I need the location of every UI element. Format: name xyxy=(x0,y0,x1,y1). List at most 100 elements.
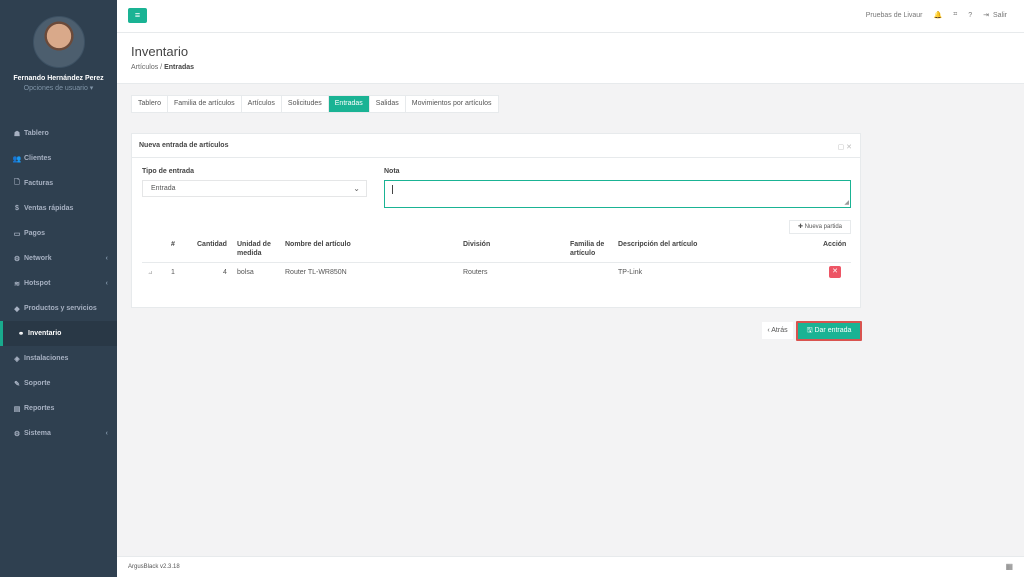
sidebar-item-label: Tablero xyxy=(24,130,49,137)
gears-icon: ⚙ xyxy=(13,430,21,438)
sidebar-item-pagos[interactable]: ▭ Pagos xyxy=(0,221,117,246)
user-name: Fernando Hernández Perez xyxy=(13,75,104,82)
page-title: Inventario xyxy=(131,44,189,59)
col-nombre: Nombre del artículo xyxy=(285,241,351,248)
tools-icon: ◈ xyxy=(14,355,20,363)
sidebar-item-label: Ventas rápidas xyxy=(24,205,74,212)
submit-entry-button[interactable]: 🖫 Dar entrada xyxy=(796,321,862,341)
row-num: 1 xyxy=(171,269,175,276)
sidebar-item-network[interactable]: ⚙ Network ‹ xyxy=(0,246,117,271)
sidebar-item-label: Reportes xyxy=(24,405,55,412)
sidebar-item-label: Instalaciones xyxy=(24,355,69,362)
tab-familia[interactable]: Familia de artículos xyxy=(168,96,242,112)
col-cantidad: Cantidad xyxy=(197,241,227,248)
tabs: Tablero Familia de artículos Artículos S… xyxy=(131,95,499,113)
calculator-icon[interactable]: ▦ xyxy=(1005,562,1013,571)
tipo-entrada-select[interactable]: Entrada ⌄ xyxy=(142,180,367,197)
panel-tools[interactable]: ▢ ✕ xyxy=(838,143,852,151)
sidebar-item-clientes[interactable]: 👥 Clientes xyxy=(0,146,117,171)
sidebar-item-label: Hotspot xyxy=(24,280,51,287)
sidebar-item-facturas[interactable]: 🗋 Facturas xyxy=(0,171,117,196)
menu-toggle-button[interactable]: ≡ xyxy=(128,8,147,23)
chevron-left-icon: ‹ xyxy=(105,280,108,287)
breadcrumb-articulos[interactable]: Artículos / xyxy=(131,64,162,71)
col-descripcion: Descripción del artículo xyxy=(618,241,698,248)
sidebar-item-label: Sistema xyxy=(24,430,51,437)
footer: ArgusBlack v2.3.18 ▦ xyxy=(117,556,1024,577)
profile: Fernando Hernández Perez Opciones de usu… xyxy=(0,0,117,117)
logout-link[interactable]: Salir xyxy=(993,12,1007,19)
sidebar-item-instalaciones[interactable]: ◈ Instalaciones xyxy=(0,346,117,371)
sidebar-item-label: Inventario xyxy=(28,330,62,337)
row-unidad: bolsa xyxy=(237,269,254,276)
dashboard-icon: ☗ xyxy=(13,130,21,138)
col-familia: Familia de artículo xyxy=(570,241,605,257)
sidebar-item-productos[interactable]: ◆ Productos y servicios xyxy=(0,296,117,321)
tab-tablero[interactable]: Tablero xyxy=(132,96,168,112)
report-icon: ▤ xyxy=(13,405,21,413)
row-nombre: Router TL-WR850N xyxy=(285,269,347,276)
sidebar-item-label: Productos y servicios xyxy=(24,305,97,312)
table-divider xyxy=(142,262,851,263)
text-cursor xyxy=(392,185,393,194)
tab-movimientos[interactable]: Movimientos por artículos xyxy=(406,96,498,112)
sidebar-item-ventas-rapidas[interactable]: $ Ventas rápidas xyxy=(0,196,117,221)
panel-title: Nueva entrada de artículos xyxy=(132,134,860,158)
add-line-button[interactable]: ✚ Nueva partida xyxy=(789,220,851,234)
wifi-icon: ≋ xyxy=(14,280,20,288)
wrench-icon: ✎ xyxy=(14,380,20,388)
grid-icon[interactable]: ⌗ xyxy=(953,11,957,19)
chevron-left-icon: ‹ xyxy=(105,430,108,437)
new-entry-panel: Nueva entrada de artículos ▢ ✕ Tipo de e… xyxy=(131,133,861,308)
topbar-right: Pruebas de Livaur 🔔 ⌗ ? ⇥ Salir xyxy=(855,11,1007,19)
avatar[interactable] xyxy=(32,16,85,68)
row-division: Routers xyxy=(463,269,488,276)
tab-entradas[interactable]: Entradas xyxy=(328,96,370,112)
delete-row-button[interactable]: ✕ xyxy=(829,266,841,278)
sidebar-item-label: Clientes xyxy=(24,155,52,162)
sidebar-item-tablero[interactable]: ☗ Tablero xyxy=(0,121,117,146)
chevron-down-icon: ⌄ xyxy=(353,184,360,193)
chevron-left-icon: ‹ xyxy=(105,255,108,262)
breadcrumb: Artículos / Entradas xyxy=(131,64,194,71)
sidebar-item-label: Network xyxy=(24,255,52,262)
row-descripcion: TP-Link xyxy=(618,269,643,276)
sidebar-item-label: Pagos xyxy=(24,230,46,237)
resize-grip-icon[interactable]: ◢ xyxy=(844,199,849,206)
sidebar-item-label: Facturas xyxy=(24,180,54,187)
file-icon: 🗋 xyxy=(14,179,20,186)
help-icon[interactable]: ? xyxy=(968,12,972,19)
tab-solicitudes[interactable]: Solicitudes xyxy=(282,96,329,112)
version-text: ArgusBlack v2.3.18 xyxy=(128,564,180,570)
tipo-entrada-value: Entrada xyxy=(151,185,176,192)
col-num: # xyxy=(171,241,175,248)
tab-salidas[interactable]: Salidas xyxy=(370,96,406,112)
topbar: ≡ Pruebas de Livaur 🔔 ⌗ ? ⇥ Salir xyxy=(117,0,1024,33)
sidebar-item-reportes[interactable]: ▤ Reportes xyxy=(0,396,117,421)
col-accion: Acción xyxy=(823,241,847,248)
tipo-entrada-label: Tipo de entrada xyxy=(142,168,194,175)
credit-card-icon: ▭ xyxy=(13,230,21,238)
sidebar-item-hotspot[interactable]: ≋ Hotspot ‹ xyxy=(0,271,117,296)
breadcrumb-entradas: Entradas xyxy=(164,64,195,71)
back-button[interactable]: ‹ Atrás xyxy=(762,322,793,339)
nota-textarea[interactable]: ◢ xyxy=(384,180,851,208)
row-cantidad: 4 xyxy=(223,269,227,276)
company-name: Pruebas de Livaur xyxy=(865,11,923,19)
bell-icon[interactable]: 🔔 xyxy=(934,11,943,19)
logout-icon[interactable]: ⇥ xyxy=(983,11,989,19)
network-icon: ⚙ xyxy=(13,255,21,263)
tag-icon: ◆ xyxy=(14,305,20,313)
sidebar-item-label: Soporte xyxy=(24,380,51,387)
tab-articulos[interactable]: Artículos xyxy=(242,96,282,112)
dollar-icon: $ xyxy=(15,205,19,212)
col-division: División xyxy=(463,241,491,248)
sidebar-nav: ☗ Tablero 👥 Clientes 🗋 Facturas $ Ventas ráp… xyxy=(0,121,117,446)
users-icon: 👥 xyxy=(12,155,22,163)
sidebar-item-sistema[interactable]: ⚙ Sistema ‹ xyxy=(0,421,117,446)
item-image-icon: ⟓ xyxy=(148,266,153,276)
user-options-dropdown[interactable]: Opciones de usuario ▾ xyxy=(0,84,117,92)
nota-label: Nota xyxy=(384,168,400,175)
sidebar-item-soporte[interactable]: ✎ Soporte xyxy=(0,371,117,396)
sidebar-item-inventario[interactable]: ⚭ Inventario xyxy=(0,321,117,346)
